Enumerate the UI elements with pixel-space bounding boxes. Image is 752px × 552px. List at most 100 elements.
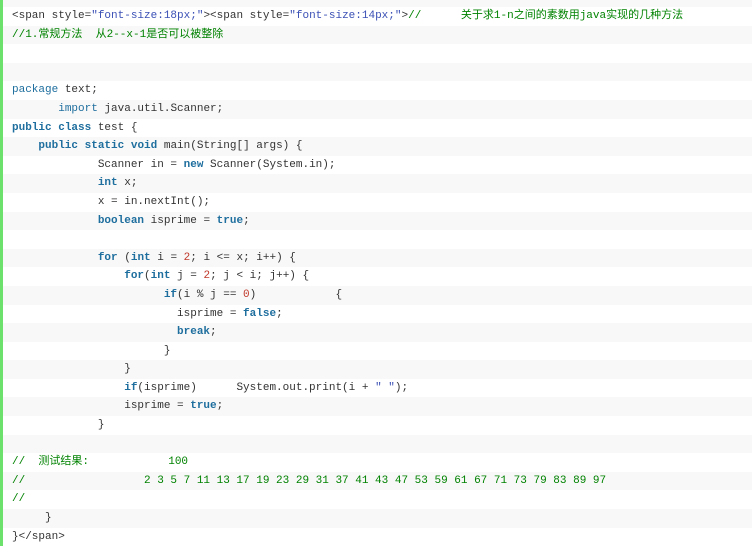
- code-keyword: int: [130, 251, 151, 264]
- code-line: }: [3, 416, 752, 435]
- code-string: "font-size:14px;": [289, 10, 402, 22]
- code-keyword: break: [177, 326, 211, 339]
- code-line: //1.常规方法 从2--x-1是否可以被整除: [3, 25, 752, 45]
- code-text: (: [117, 251, 131, 264]
- code-keyword: int: [97, 177, 118, 190]
- code-line: int x;: [3, 174, 752, 193]
- code-keyword: for: [97, 251, 118, 264]
- code-keyword: if: [124, 381, 138, 394]
- code-line: }: [3, 341, 752, 361]
- code-number: 0: [243, 288, 250, 301]
- code-text: x;: [117, 177, 138, 190]
- code-text: text;: [58, 84, 98, 97]
- code-text: }: [12, 512, 52, 525]
- code-keyword: new: [183, 158, 204, 171]
- code-text: ; j < i; j++) {: [210, 270, 310, 283]
- code-comment: //: [12, 493, 26, 506]
- code-text: }</span>: [12, 530, 65, 543]
- code-text: isprime =: [144, 214, 217, 227]
- code-text: );: [394, 381, 409, 394]
- code-string: " ": [375, 381, 395, 394]
- code-text: Scanner(System.in);: [203, 158, 336, 171]
- code-text: ) {: [249, 288, 343, 301]
- code-line: isprime = false;: [3, 304, 752, 324]
- code-text: isprime =: [12, 307, 244, 320]
- code-line: public static void main(String[] args) {: [3, 137, 752, 156]
- code-line: [3, 62, 752, 82]
- code-keyword: import: [58, 102, 98, 115]
- code-keyword: public: [38, 140, 79, 153]
- code-text: main(String[] args) {: [157, 140, 303, 153]
- code-text: i =: [150, 251, 184, 264]
- code-comment: //1.常规方法 从2--x-1是否可以被整除: [12, 28, 224, 41]
- code-text: Scanner in =: [12, 158, 184, 171]
- code-line: [3, 434, 752, 454]
- code-line: package text;: [3, 81, 752, 100]
- code-text: }: [12, 363, 131, 376]
- code-keyword: void: [130, 140, 158, 153]
- code-comment: // 2 3 5 7 11 13 17 19 23 29 31 37 41 43…: [12, 474, 607, 487]
- code-text: test {: [91, 121, 138, 134]
- code-line: if(i % j == 0) {: [3, 285, 752, 305]
- code-keyword: int: [150, 270, 171, 283]
- code-text: ><span style=: [203, 10, 290, 22]
- code-text: (isprime) System.out.print(i +: [137, 381, 376, 394]
- code-keyword: if: [163, 288, 178, 301]
- code-line: }</span>: [3, 527, 752, 547]
- code-line: break;: [3, 323, 752, 342]
- code-line: // 2 3 5 7 11 13 17 19 23 29 31 37 41 43…: [3, 471, 752, 491]
- code-line: // 测试结果: 100: [3, 453, 752, 472]
- code-line: [3, 230, 752, 249]
- code-text: java.util.Scanner;: [97, 102, 224, 115]
- code-line: import java.util.Scanner;: [3, 99, 752, 119]
- code-keyword: true: [216, 214, 244, 227]
- code-keyword: static: [84, 140, 125, 153]
- code-block: <span style="font-size:18px;"><span styl…: [0, 7, 752, 547]
- code-keyword: boolean: [97, 214, 145, 227]
- code-text: ;: [216, 400, 224, 413]
- code-line: public class test {: [3, 118, 752, 138]
- code-text: }: [12, 419, 105, 432]
- code-line: <span style="font-size:18px;"><span styl…: [3, 7, 752, 26]
- code-line: if(isprime) System.out.print(i + " ");: [3, 378, 752, 398]
- code-line: Scanner in = new Scanner(System.in);: [3, 155, 752, 175]
- code-line: isprime = true;: [3, 397, 752, 417]
- code-line: [3, 44, 752, 63]
- code-keyword: false: [243, 307, 277, 320]
- code-line: for (int i = 2; i <= x; i++) {: [3, 248, 752, 268]
- code-text: (: [144, 270, 151, 283]
- code-text: ;: [243, 214, 250, 227]
- code-keyword: public: [12, 121, 52, 134]
- code-line: x = in.nextInt();: [3, 192, 752, 212]
- code-line: for(int j = 2; j < i; j++) {: [3, 267, 752, 286]
- code-comment: // 关于求1-n之间的素数用java实现的几种方法: [408, 10, 684, 22]
- code-string: "font-size:18px;": [91, 10, 204, 22]
- code-text: j =: [170, 270, 204, 283]
- code-keyword: for: [124, 270, 145, 283]
- code-text: ;: [210, 326, 217, 339]
- code-line: //: [3, 490, 752, 510]
- code-text: ; i <= x; i++) {: [190, 251, 296, 264]
- code-line: }: [3, 360, 752, 379]
- code-keyword: class: [58, 121, 92, 134]
- code-line: }: [3, 509, 752, 528]
- code-text: (i % j ==: [177, 288, 244, 301]
- code-line: boolean isprime = true;: [3, 211, 752, 231]
- code-keyword: true: [190, 400, 217, 413]
- code-text: }: [12, 344, 171, 357]
- code-text: x = in.nextInt();: [12, 195, 211, 208]
- code-text: isprime =: [12, 400, 191, 413]
- code-text: <span style=: [12, 10, 92, 22]
- code-text: ;: [276, 307, 283, 320]
